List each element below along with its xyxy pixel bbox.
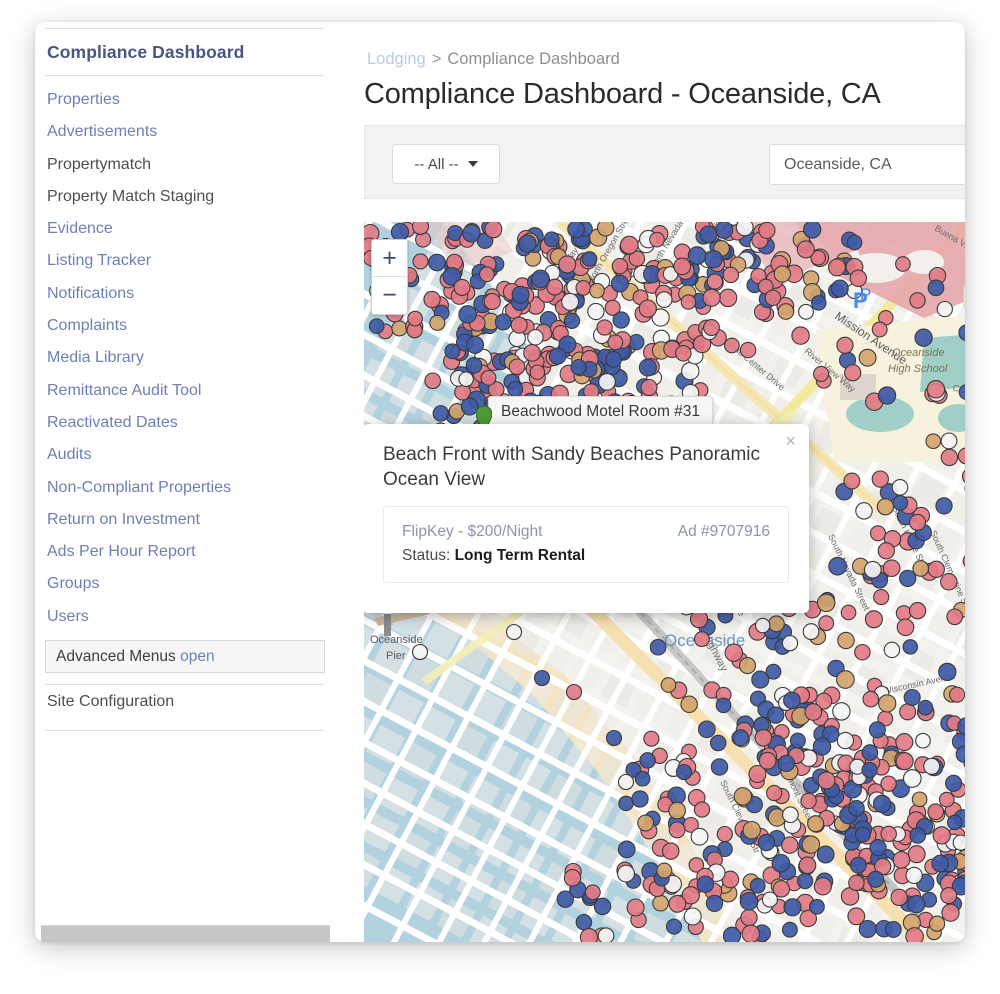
sidebar-item-ads-per-hour-report[interactable]: Ads Per Hour Report xyxy=(45,536,325,568)
page-title: Compliance Dashboard - Oceanside, CA xyxy=(364,78,881,110)
sidebar-item-reactivated-dates[interactable]: Reactivated Dates xyxy=(45,407,325,439)
breadcrumb-parent-link[interactable]: Lodging xyxy=(367,50,426,68)
sidebar-horizontal-scrollbar[interactable] xyxy=(41,925,330,942)
map-viewport[interactable]: Woodward WayNorth Oregon StreetNorth Nev… xyxy=(364,222,965,942)
advanced-menus-label: Advanced Menus xyxy=(56,648,176,666)
sidebar-item-complaints[interactable]: Complaints xyxy=(45,310,325,342)
sidebar-item-groups[interactable]: Groups xyxy=(45,568,325,600)
popup-status-label: Status: xyxy=(402,547,451,564)
sidebar-item-notifications[interactable]: Notifications xyxy=(45,278,325,310)
chevron-down-icon xyxy=(467,161,478,167)
sidebar-item-audits[interactable]: Audits xyxy=(45,439,325,471)
popup-row-status: Status: Long Term Rental xyxy=(402,544,770,568)
breadcrumb-separator: > xyxy=(431,50,442,68)
parking-icon: P xyxy=(853,288,868,313)
sidebar-title: Compliance Dashboard xyxy=(47,42,245,62)
map-label: Oceanside xyxy=(370,634,423,646)
status-filter-select[interactable]: -- All -- xyxy=(392,144,500,184)
map-zoom-control: + − xyxy=(371,239,408,315)
sidebar-item-non-compliant-properties[interactable]: Non-Compliant Properties xyxy=(45,472,325,504)
sidebar-item-return-on-investment[interactable]: Return on Investment xyxy=(45,504,325,536)
breadcrumb-current: Compliance Dashboard xyxy=(447,50,620,68)
app-window: Compliance Dashboard Properties Advertise… xyxy=(35,22,965,942)
popup-detail-box: FlipKey - $200/Night Ad #9707916 Status:… xyxy=(383,506,789,583)
sidebar-item-site-configuration[interactable]: Site Configuration xyxy=(45,685,325,719)
status-filter-value: -- All -- xyxy=(414,155,459,173)
listing-info-popup: × Beach Front with Sandy Beaches Panoram… xyxy=(364,424,809,613)
advanced-menus-open-link[interactable]: open xyxy=(180,648,214,665)
sidebar-item-remittance-audit-tool[interactable]: Remittance Audit Tool xyxy=(45,375,325,407)
sidebar-item-users[interactable]: Users xyxy=(45,601,325,633)
popup-status-value: Long Term Rental xyxy=(454,547,586,564)
sidebar-item-property-match-staging[interactable]: Property Match Staging xyxy=(45,181,325,213)
map-label: Pier xyxy=(386,650,406,662)
sidebar-item-advertisements[interactable]: Advertisements xyxy=(45,116,325,148)
sidebar-nav: Properties Advertisements Propertymatch Pro… xyxy=(45,76,325,633)
map-label: High School xyxy=(888,363,948,375)
breadcrumb: Lodging > Compliance Dashboard xyxy=(367,50,620,69)
close-icon[interactable]: × xyxy=(785,432,796,450)
zoom-in-button[interactable]: + xyxy=(372,240,407,277)
sidebar-bottom-divider xyxy=(45,730,325,732)
popup-source-price: FlipKey - $200/Night xyxy=(402,523,543,540)
zoom-out-button[interactable]: − xyxy=(372,277,407,314)
sidebar-item-media-library[interactable]: Media Library xyxy=(45,342,325,374)
sidebar-item-properties[interactable]: Properties xyxy=(45,84,325,116)
advanced-menus-box[interactable]: Advanced Menus open xyxy=(45,640,325,674)
popup-row-source: FlipKey - $200/Night Ad #9707916 xyxy=(402,520,770,544)
sidebar-item-evidence[interactable]: Evidence xyxy=(45,213,325,245)
filter-bar: -- All -- xyxy=(364,125,965,199)
popup-listing-title: Beach Front with Sandy Beaches Panoramic… xyxy=(383,444,761,490)
main-content: Lodging > Compliance Dashboard Compliance … xyxy=(330,22,965,942)
location-search-input[interactable] xyxy=(769,144,965,185)
sidebar-item-propertymatch[interactable]: Propertymatch xyxy=(45,149,325,181)
sidebar-item-listing-tracker[interactable]: Listing Tracker xyxy=(45,245,325,277)
popup-ad-id: Ad #9707916 xyxy=(677,523,770,540)
sidebar: Compliance Dashboard Properties Advertise… xyxy=(35,22,330,942)
map-label: Oceanside xyxy=(892,347,945,359)
